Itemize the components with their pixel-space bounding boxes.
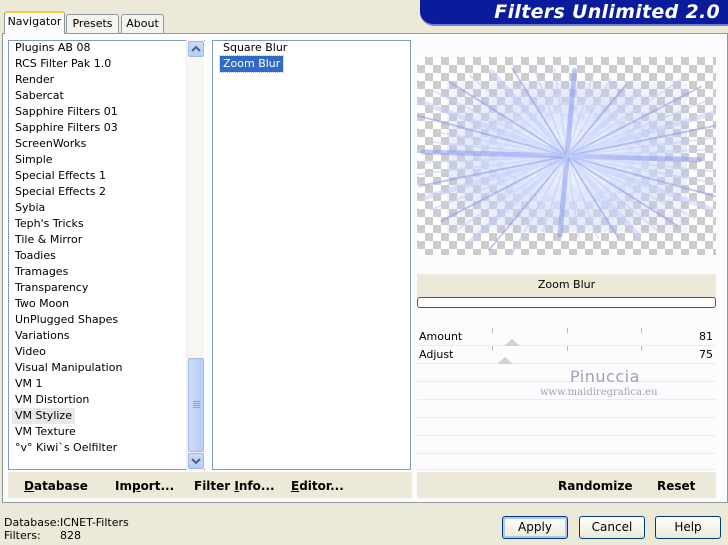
tab-label: Presets — [72, 17, 113, 30]
empty-slider-row — [417, 364, 716, 382]
reset-button[interactable]: Reset — [657, 479, 695, 493]
grip-line — [193, 401, 200, 402]
status-database-value: ICNET-Filters — [60, 516, 129, 529]
scroll-thumb[interactable] — [188, 358, 204, 452]
grip-line — [193, 407, 200, 408]
scroll-up-button[interactable] — [188, 41, 204, 57]
database-button[interactable]: Database — [24, 479, 88, 493]
tab-label: Navigator — [7, 15, 62, 28]
import-button[interactable]: Import... — [115, 479, 174, 493]
empty-slider-row — [417, 436, 716, 454]
filter-info-button[interactable]: Filter Info... — [194, 479, 275, 493]
category-item[interactable]: Teph's Tricks — [12, 216, 87, 232]
category-item[interactable]: Variations — [12, 328, 73, 344]
tab-label: About — [126, 17, 159, 30]
slider-thumb[interactable] — [497, 357, 513, 364]
slider-value: 75 — [699, 348, 713, 361]
category-item[interactable]: Simple — [12, 152, 56, 168]
database-label: atabase — [33, 479, 88, 493]
title-banner: Filters Unlimited 2.0 — [420, 0, 728, 26]
randomize-button[interactable]: Randomize — [558, 479, 632, 493]
empty-slider-row — [417, 400, 716, 418]
apply-button[interactable]: Apply — [502, 516, 568, 539]
slider-tick — [641, 346, 642, 351]
filter-info-pre: Filter — [194, 479, 235, 493]
slider-tick — [492, 328, 493, 333]
watermark-name: Pinuccia — [570, 367, 640, 386]
reset-label: Reset — [657, 479, 696, 493]
category-item[interactable]: VM Distortion — [12, 392, 92, 408]
category-item[interactable]: Sapphire Filters 01 — [12, 104, 121, 120]
watermark-url: www.maidiregrafica.eu — [540, 387, 658, 398]
tab-navigator[interactable]: Navigator — [4, 11, 65, 34]
filter-item[interactable]: Square Blur — [220, 40, 290, 56]
category-item[interactable]: Special Effects 2 — [12, 184, 109, 200]
editor-button[interactable]: Editor... — [291, 479, 344, 493]
tab-presets[interactable]: Presets — [66, 14, 119, 33]
category-item[interactable]: RCS Filter Pak 1.0 — [12, 56, 114, 72]
category-item[interactable]: Special Effects 1 — [12, 168, 109, 184]
progress-bar — [417, 297, 716, 308]
grip-line — [193, 403, 200, 404]
app-title: Filters Unlimited 2.0 — [494, 1, 720, 23]
chevron-up-icon — [191, 45, 201, 52]
category-item[interactable]: Toadies — [12, 248, 59, 264]
current-filter-name: Zoom Blur — [537, 278, 596, 291]
slider-amount[interactable]: Amount 81 — [417, 328, 716, 346]
empty-slider-row — [417, 418, 716, 436]
category-item[interactable]: UnPlugged Shapes — [12, 312, 121, 328]
category-item[interactable]: Sybia — [12, 200, 48, 216]
slider-tick — [567, 346, 568, 351]
import-pre: Im — [115, 479, 132, 493]
import-rest: ort... — [140, 479, 175, 493]
category-item[interactable]: Video — [12, 344, 49, 360]
slider-tick — [492, 346, 493, 351]
filter-info-rest: nfo... — [238, 479, 275, 493]
category-item[interactable]: VM 1 — [12, 376, 46, 392]
status-filters-label: Filters: — [4, 529, 41, 542]
cancel-button[interactable]: Cancel — [579, 516, 645, 539]
slider-thumb[interactable] — [504, 339, 520, 346]
empty-slider-row — [417, 454, 716, 470]
category-item[interactable]: VM Texture — [12, 424, 79, 440]
slider-tick — [641, 328, 642, 333]
import-accel: p — [131, 479, 141, 493]
category-scrollbar[interactable] — [186, 40, 204, 470]
category-item[interactable]: Tile & Mirror — [12, 232, 85, 248]
filter-list[interactable] — [212, 40, 411, 470]
slider-label: Adjust — [419, 348, 454, 361]
category-item[interactable]: °v° Kiwi`s Oelfilter — [12, 440, 120, 456]
chevron-down-icon — [191, 458, 201, 465]
slider-tick — [567, 328, 568, 333]
category-item[interactable]: ScreenWorks — [12, 136, 89, 152]
editor-rest: ditor... — [299, 479, 344, 493]
scroll-down-button[interactable] — [188, 453, 204, 469]
category-item[interactable]: Two Moon — [12, 296, 72, 312]
category-item[interactable]: Render — [12, 72, 57, 88]
status-filters-value: 828 — [60, 529, 81, 542]
help-button[interactable]: Help — [655, 516, 721, 539]
preview-canvas — [417, 57, 716, 255]
grip-line — [193, 405, 200, 406]
database-accel: D — [24, 479, 34, 493]
category-item[interactable]: Plugins AB 08 — [12, 40, 93, 56]
slider-label: Amount — [419, 330, 463, 343]
current-filter-band: Zoom Blur — [417, 274, 716, 298]
category-item[interactable]: Sapphire Filters 03 — [12, 120, 121, 136]
status-database-label: Database: — [4, 516, 61, 529]
tab-about[interactable]: About — [121, 14, 164, 33]
category-item[interactable]: Tramages — [12, 264, 71, 280]
zoom-blur-preview — [417, 66, 716, 255]
category-item[interactable]: Sabercat — [12, 88, 67, 104]
editor-accel: E — [291, 479, 300, 493]
slider-adjust[interactable]: Adjust 75 — [417, 346, 716, 364]
filter-item[interactable]: Zoom Blur — [218, 55, 285, 73]
slider-value: 81 — [699, 330, 713, 343]
category-item[interactable]: Transparency — [12, 280, 91, 296]
randomize-label: Randomize — [558, 479, 633, 493]
category-item[interactable]: VM Stylize — [12, 408, 75, 424]
category-item[interactable]: Visual Manipulation — [12, 360, 125, 376]
